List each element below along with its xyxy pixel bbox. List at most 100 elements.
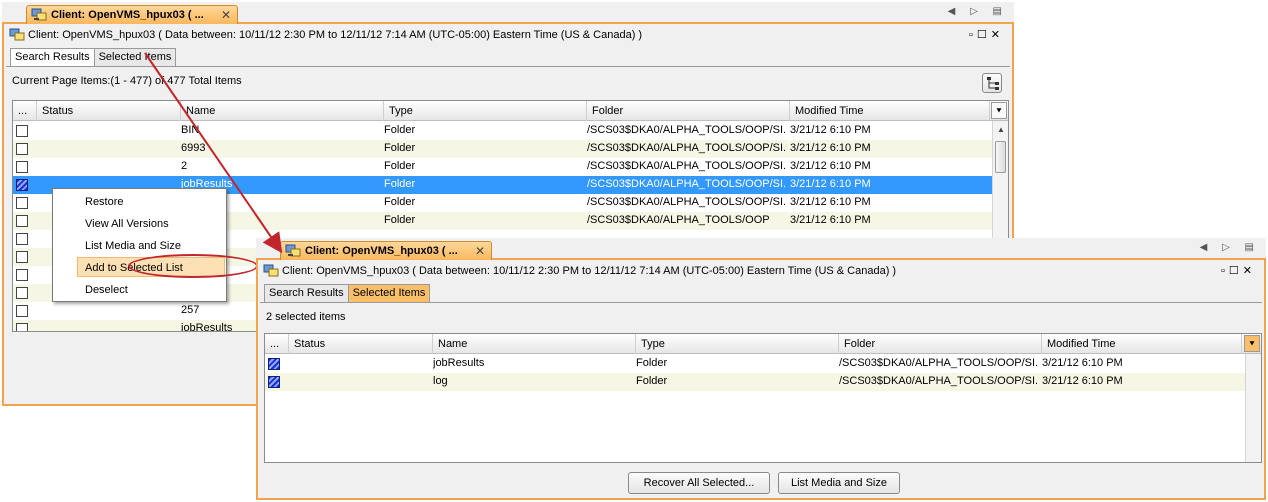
menu-list-media-size[interactable]: List Media and Size	[85, 240, 181, 252]
table-row[interactable]: log Folder/SCS03$DKA0/ALPHA_TOOLS/OOP/SI.…	[265, 373, 1247, 391]
front-panel-title: Client: OpenVMS_hpux03 ( Data between: 1…	[282, 265, 897, 277]
window-controls[interactable]: ▫☐✕	[1221, 264, 1256, 277]
cell-folder: /SCS03$DKA0/ALPHA_TOOLS/OOP/SI...	[839, 375, 1037, 387]
cell-type: Folder	[636, 375, 668, 387]
back-tabstrip: Client: OpenVMS_hpux03 ( ... ✕ ◀ ▷ ▤	[2, 2, 1014, 25]
menu-restore[interactable]: Restore	[85, 196, 124, 208]
cell-type: Folder	[636, 357, 668, 369]
cell-name: BIN	[181, 124, 200, 136]
list-media-size-button[interactable]: List Media and Size	[778, 472, 900, 494]
close-icon[interactable]: ✕	[475, 244, 485, 258]
column-chooser-icon[interactable]: ⯆	[1244, 335, 1260, 352]
cell-name: 2	[181, 160, 188, 172]
close-icon[interactable]: ✕	[221, 8, 231, 22]
row-checkbox[interactable]	[16, 125, 28, 137]
back-title-row: Client: OpenVMS_hpux03 ( Data between: 1…	[6, 26, 1010, 46]
table-row[interactable]: jobResults Folder/SCS03$DKA0/ALPHA_TOOLS/…	[265, 355, 1247, 373]
col-status[interactable]: Status	[289, 334, 433, 354]
cell-name: jobResults	[433, 357, 485, 369]
client-computer-icon	[31, 8, 47, 21]
col-name[interactable]: Name	[181, 101, 384, 121]
col-folder[interactable]: Folder	[587, 101, 790, 121]
row-checkbox[interactable]	[16, 269, 28, 281]
col-type[interactable]: Type	[636, 334, 839, 354]
cell-type: Folder	[384, 196, 416, 208]
col-status[interactable]: Status	[37, 101, 181, 121]
window-controls[interactable]: ▫☐✕	[969, 28, 1004, 41]
cell-folder: /SCS03$DKA0/ALPHA_TOOLS/OOP/SI...	[587, 178, 785, 190]
cell-modified: 3/21/12 6:10 PM	[790, 142, 871, 154]
table-row[interactable]: 2 Folder/SCS03$DKA0/ALPHA_TOOLS/OOP/SI...…	[13, 158, 994, 176]
cell-type: Folder	[384, 124, 416, 136]
back-tab-title: Client: OpenVMS_hpux03 ( ...	[51, 9, 204, 21]
client-computer-icon	[285, 244, 301, 257]
tab-navigation[interactable]: ◀ ▷ ▤	[948, 6, 1008, 17]
col-modified[interactable]: Modified Time	[790, 101, 990, 121]
col-name[interactable]: Name	[433, 334, 636, 354]
menu-deselect[interactable]: Deselect	[85, 284, 128, 296]
front-subtabs: Search Results Selected Items	[264, 284, 431, 302]
cell-folder: /SCS03$DKA0/ALPHA_TOOLS/OOP/SI...	[587, 142, 785, 154]
cell-folder: /SCS03$DKA0/ALPHA_TOOLS/OOP/SI...	[587, 160, 785, 172]
col-type[interactable]: Type	[384, 101, 587, 121]
front-client-panel: Client: OpenVMS_hpux03 ( ... ✕ ◀ ▷ ▤ Cli…	[256, 238, 1266, 500]
table-row[interactable]: BIN Folder/SCS03$DKA0/ALPHA_TOOLS/OOP/SI.…	[13, 122, 994, 140]
cell-type: Folder	[384, 178, 416, 190]
row-checkbox[interactable]	[16, 251, 28, 263]
context-menu: Restore View All Versions List Media and…	[52, 188, 227, 302]
row-checkbox[interactable]	[268, 376, 280, 388]
row-checkbox[interactable]	[16, 233, 28, 245]
row-checkbox[interactable]	[16, 323, 28, 331]
recover-all-selected-button[interactable]: Recover All Selected...	[628, 472, 770, 494]
cell-type: Folder	[384, 160, 416, 172]
row-checkbox[interactable]	[16, 287, 28, 299]
cell-name: log	[433, 375, 448, 387]
tab-navigation[interactable]: ◀ ▷ ▤	[1200, 242, 1260, 253]
table-row[interactable]: 6993 Folder/SCS03$DKA0/ALPHA_TOOLS/OOP/SI…	[13, 140, 994, 158]
cell-type: Folder	[384, 142, 416, 154]
column-chooser-icon[interactable]: ⯆	[991, 102, 1007, 119]
col-menu[interactable]: ...	[13, 101, 37, 121]
tree-view-button[interactable]	[982, 73, 1002, 93]
cell-folder: /SCS03$DKA0/ALPHA_TOOLS/OOP/SI...	[587, 196, 785, 208]
tree-icon	[987, 77, 999, 90]
grid-header: ... Status Name Type Folder Modified Tim…	[13, 101, 1008, 121]
col-menu[interactable]: ...	[265, 334, 289, 354]
cell-modified: 3/21/12 6:10 PM	[790, 214, 871, 226]
grid-header: ... Status Name Type Folder Modified Tim…	[265, 334, 1261, 354]
front-title-row: Client: OpenVMS_hpux03 ( Data between: 1…	[260, 262, 1262, 282]
front-tab-title: Client: OpenVMS_hpux03 ( ...	[305, 245, 458, 257]
cell-modified: 3/21/12 6:10 PM	[790, 196, 871, 208]
front-content: 2 selected items ... Status Name Type Fo…	[260, 302, 1262, 496]
menu-view-all-versions[interactable]: View All Versions	[85, 218, 169, 230]
tab-search-results[interactable]: Search Results	[264, 284, 349, 302]
scroll-thumb[interactable]	[995, 141, 1006, 173]
tab-search-results[interactable]: Search Results	[10, 48, 95, 66]
cell-modified: 3/21/12 6:10 PM	[1042, 357, 1123, 369]
page-items-count: Current Page Items:(1 - 477) of 477 Tota…	[12, 75, 242, 87]
col-modified[interactable]: Modified Time	[1042, 334, 1242, 354]
row-checkbox[interactable]	[16, 179, 28, 191]
row-checkbox[interactable]	[16, 161, 28, 173]
back-panel-title: Client: OpenVMS_hpux03 ( Data between: 1…	[28, 29, 643, 41]
tab-selected-items[interactable]: Selected Items	[93, 48, 177, 66]
row-checkbox[interactable]	[16, 143, 28, 155]
row-checkbox[interactable]	[16, 215, 28, 227]
front-document-tab[interactable]: Client: OpenVMS_hpux03 ( ... ✕	[280, 241, 492, 261]
cell-folder: /SCS03$DKA0/ALPHA_TOOLS/OOP/SI...	[839, 357, 1037, 369]
client-computer-icon	[9, 28, 25, 41]
row-checkbox[interactable]	[16, 197, 28, 209]
callout-oval	[128, 254, 258, 278]
scroll-up-icon[interactable]: ▲	[997, 125, 1005, 134]
tab-selected-items[interactable]: Selected Items	[347, 284, 431, 302]
front-tabstrip: Client: OpenVMS_hpux03 ( ... ✕ ◀ ▷ ▤	[256, 238, 1266, 261]
back-subtabs: Search Results Selected Items	[10, 48, 177, 66]
cell-name: 6993	[181, 142, 206, 154]
back-document-tab[interactable]: Client: OpenVMS_hpux03 ( ... ✕	[26, 5, 238, 25]
col-folder[interactable]: Folder	[839, 334, 1042, 354]
row-checkbox[interactable]	[268, 358, 280, 370]
cell-modified: 3/21/12 6:10 PM	[1042, 375, 1123, 387]
front-scrollbar[interactable]	[1245, 354, 1261, 462]
front-frame: Client: OpenVMS_hpux03 ( Data between: 1…	[256, 260, 1266, 500]
row-checkbox[interactable]	[16, 305, 28, 317]
